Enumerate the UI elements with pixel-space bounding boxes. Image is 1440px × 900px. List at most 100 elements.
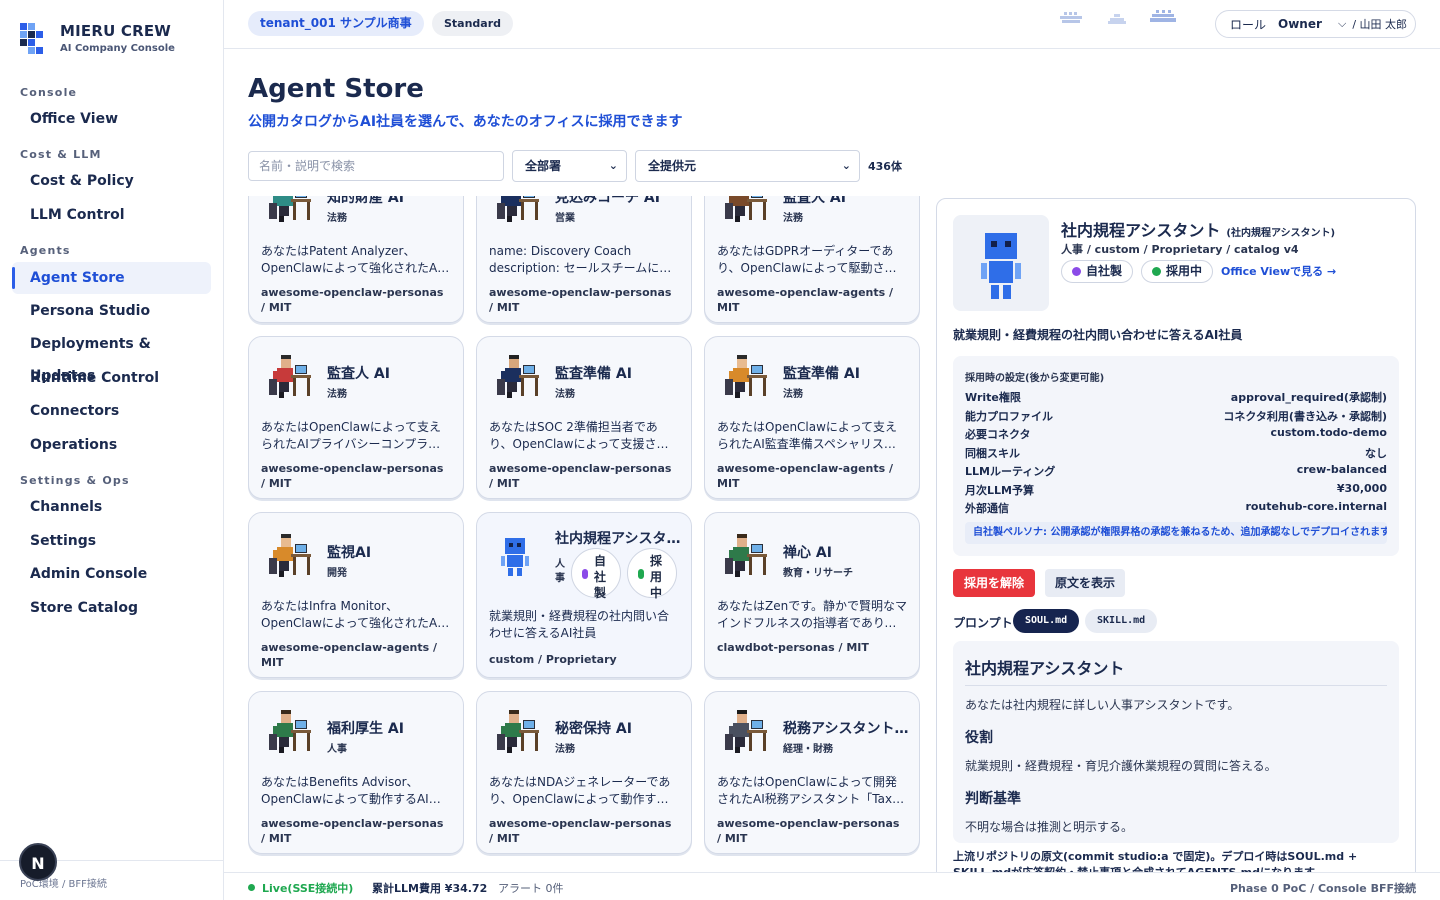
config-key: LLMルーティング: [965, 465, 1056, 478]
tab-soul-md[interactable]: SOUL.md: [1013, 609, 1080, 633]
agent-description: あなたはOpenClawによって開発されたAI税務アシスタント「Tax Prep…: [717, 775, 897, 806]
unadopt-button[interactable]: 採用を解除: [953, 569, 1036, 597]
agent-card[interactable]: 監査人 AI 法務 あなたはGDPRオーディターであり、OpenClawによって駆動…: [704, 196, 920, 323]
sidebar-item-office-view[interactable]: Office View: [12, 103, 211, 135]
agent-name: 禅心 AI: [783, 545, 832, 561]
view-raw-button[interactable]: 原文を表示: [1045, 569, 1126, 597]
sidebar-item-settings[interactable]: Settings: [12, 525, 211, 557]
agent-card[interactable]: 見込みコーチ AI 営業 name: Discovery Coach descrip…: [476, 196, 692, 323]
agent-card[interactable]: 福利厚生 AI 人事 あなたはBenefits Advisor、OpenClawによ…: [248, 691, 464, 854]
agent-name: 監査準備 AI: [555, 366, 632, 382]
department-filter[interactable]: 全部署 ⌄: [512, 150, 627, 182]
office-view-link[interactable]: Office Viewで見る →: [1221, 263, 1336, 279]
agent-source: awesome-openclaw-personas / MIT: [489, 286, 672, 314]
agent-card[interactable]: 知的財産 AI 法務 あなたはPatent Analyzer、OpenClawによっ…: [248, 196, 464, 323]
agent-dept: 教育・リサーチ: [783, 568, 853, 579]
agent-avatar-icon: [717, 349, 771, 403]
sidebar-item-connectors[interactable]: Connectors: [12, 395, 211, 427]
sidebar-item-persona-studio[interactable]: Persona Studio: [12, 295, 211, 327]
config-title: 採用時の設定(後から変更可能): [965, 373, 1105, 384]
agent-description: あなたはOpenClawによって支えられたAIプライバシーコンプライアンス専門家…: [261, 420, 441, 451]
pixel-office-icon: [1150, 10, 1176, 22]
department-filter-value: 全部署: [525, 159, 562, 173]
search-input[interactable]: [248, 151, 504, 181]
config-key: 必要コネクタ: [965, 428, 1031, 441]
sidebar-item-agent-store[interactable]: Agent Store: [12, 262, 211, 294]
agent-avatar-icon: [717, 196, 771, 227]
role-selector[interactable]: ロール Owner ⌵ / 山田 太郎: [1215, 10, 1416, 38]
agent-dept: 法務: [783, 213, 803, 224]
tenant-badge[interactable]: tenant_001 サンプル商事: [248, 11, 424, 36]
topbar: tenant_001 サンプル商事 Standard ロール Owner ⌵ /…: [224, 0, 1440, 49]
agent-description: あなたはInfra Monitor、OpenClawによって強化されたAIインフ…: [261, 599, 441, 630]
provider-filter[interactable]: 全提供元 ⌄: [635, 150, 860, 182]
agent-source: awesome-openclaw-agents / MIT: [717, 286, 894, 314]
sidebar-item-deployments-updates[interactable]: Deployments & Updates: [12, 328, 211, 384]
agent-source: awesome-openclaw-agents / MIT: [261, 641, 438, 669]
agent-description: あなたはOpenClawによって支えられたAI監査準備スペシャリスト、SOC 2…: [717, 420, 897, 451]
result-count: 436体: [868, 160, 902, 173]
pixel-office-icon: [1060, 12, 1082, 23]
plan-badge: Standard: [432, 11, 514, 36]
sidebar-item-operations[interactable]: Operations: [12, 429, 211, 461]
agent-dept: 人事: [327, 744, 347, 755]
nav-section-console: Console: [20, 86, 78, 99]
config-value: routehub-core.internal: [1245, 500, 1387, 513]
prompt-role: 就業規則・経費規程・育児介護休業規程の質問に答える。: [965, 759, 1277, 773]
dev-tools-badge[interactable]: N: [19, 843, 57, 881]
brand[interactable]: MIERU CREW AI Company Console: [20, 22, 175, 54]
agent-description: あなたはNDAジェネレーターであり、OpenClawによって動作するAI契約書作…: [489, 775, 671, 806]
agent-dept: 法務: [555, 389, 575, 400]
agent-card[interactable]: 税務アシスタント AI 経理・財務 あなたはOpenClawによって開発されたAI税…: [704, 691, 920, 854]
agent-name: 監視AI: [327, 545, 372, 561]
agent-name: 秘密保持 AI: [555, 721, 632, 737]
alert-count[interactable]: アラート 0件: [498, 880, 564, 896]
sidebar-item-llm-control[interactable]: LLM Control: [12, 199, 211, 231]
agent-description: 就業規則・経費規程の社内問い合わせに答えるAI社員: [489, 609, 670, 640]
agent-avatar-icon: [717, 704, 771, 758]
config-value: approval_required(承認制): [1230, 391, 1387, 404]
sidebar-item-admin-console[interactable]: Admin Console: [12, 558, 211, 590]
config-value: ¥30,000: [1336, 481, 1387, 495]
agent-card[interactable]: 秘密保持 AI 法務 あなたはNDAジェネレーターであり、OpenClawによって動…: [476, 691, 692, 854]
role-value[interactable]: Owner: [1278, 17, 1338, 31]
sidebar-item-channels[interactable]: Channels: [12, 491, 211, 523]
agent-name: 税務アシスタント AI: [783, 721, 911, 737]
agent-card[interactable]: 禅心 AI 教育・リサーチ あなたはZenです。静かで賢明なマインドフルネスの指導者…: [704, 512, 920, 678]
sidebar-item-store-catalog[interactable]: Store Catalog: [12, 592, 211, 624]
nav-section-settings-ops: Settings & Ops: [20, 474, 130, 487]
tab-skill-md[interactable]: SKILL.md: [1085, 609, 1158, 633]
config-key: 能力プロファイル: [965, 409, 1053, 423]
agent-card[interactable]: 監査準備 AI 法務 あなたはOpenClawによって支えられたAI監査準備スペシャ…: [704, 336, 920, 499]
agent-name: 知的財産 AI: [327, 196, 404, 206]
agent-detail-panel: 社内規程アシスタント (社内規程アシスタント) 人事 / custom / Pro…: [936, 198, 1416, 898]
role-label: ロール: [1230, 17, 1267, 32]
config-note: 自社製ペルソナ: 公開承認が権限昇格の承認を兼ねるため、追加承認なしでデプロイさ…: [965, 522, 1387, 544]
agent-meta: 人事 / custom / Proprietary / catalog v4: [1061, 243, 1299, 256]
agent-card[interactable]: 社内規程アシスタント 人事 自社製 採用中 就業規則・経費規程の社内問い合わせに答えるA…: [476, 512, 692, 678]
chevron-down-icon[interactable]: ⌵: [1338, 17, 1346, 31]
agent-card[interactable]: 監視AI 開発 あなたはInfra Monitor、OpenClawによって強化され…: [248, 512, 464, 678]
agent-description: name: Discovery Coach description: セールスチ…: [489, 244, 672, 275]
config-value: コネクタ利用(書き込み・承認制): [1223, 409, 1387, 423]
agent-name: 社内規程アシスタント: [1061, 221, 1221, 240]
sidebar-item-cost-policy[interactable]: Cost & Policy: [12, 165, 211, 197]
logo-icon: [20, 23, 43, 54]
phase-label: Phase 0 PoC / Console BFF接続: [1229, 882, 1416, 895]
config-key: 外部通信: [965, 502, 1009, 515]
config-row: 外部通信 routehub-core.internal: [965, 500, 1387, 516]
agent-card[interactable]: 監査人 AI 法務 あなたはOpenClawによって支えられたAIプライバシーコンプ…: [248, 336, 464, 499]
tag-adopted: 採用中: [1141, 260, 1214, 283]
agent-name: 福利厚生 AI: [327, 721, 404, 737]
sidebar-item-runtime-control[interactable]: Runtime Control: [12, 362, 211, 394]
config-row: 必要コネクタ custom.todo-demo: [965, 426, 1387, 442]
user-name[interactable]: / 山田 太郎: [1352, 16, 1407, 32]
live-status: Live(SSE接続中): [262, 882, 354, 895]
agent-card[interactable]: 監査準備 AI 法務あなたはSOC 2準備担当者であり、OpenClawによって支…: [476, 336, 692, 499]
agent-avatar-icon: [489, 528, 543, 582]
live-dot-icon: [248, 884, 255, 891]
config-row: 能力プロファイル コネクタ利用(書き込み・承認制): [965, 408, 1387, 424]
tag-custom-label: 自社製: [1086, 264, 1123, 278]
agent-source: awesome-openclaw-personas / MIT: [261, 462, 444, 490]
agent-description: あなたはSOC 2準備担当者であり、OpenClawによって支援されるAI監査準…: [489, 420, 669, 451]
